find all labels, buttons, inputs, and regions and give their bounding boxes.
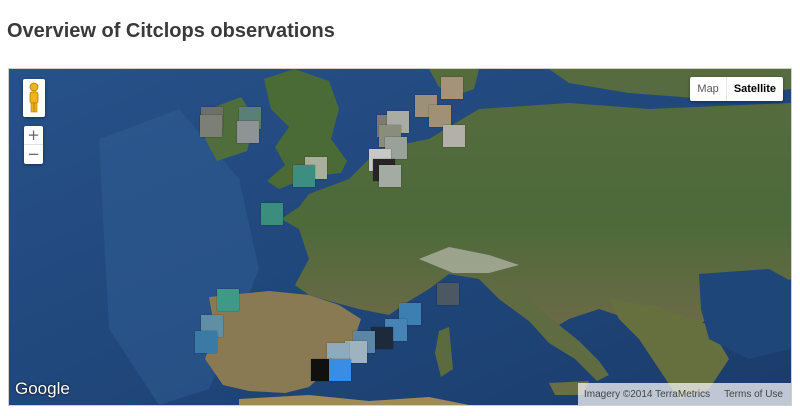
observation-marker[interactable] — [237, 121, 259, 143]
imagery-credit: Imagery ©2014 TerraMetrics — [583, 388, 711, 400]
observation-marker[interactable] — [217, 289, 239, 311]
observation-marker[interactable] — [437, 283, 459, 305]
google-logo: Google — [15, 379, 70, 398]
map-type-satellite-button[interactable]: Satellite — [727, 77, 783, 101]
zoom-control: + − — [24, 126, 43, 164]
page-title: Overview of Citclops observations — [7, 20, 335, 42]
observation-marker[interactable] — [441, 77, 463, 99]
observation-marker[interactable] — [379, 165, 401, 187]
map-type-map-button[interactable]: Map — [690, 77, 727, 101]
observation-marker[interactable] — [443, 125, 465, 147]
zoom-out-button[interactable]: − — [24, 145, 43, 164]
observation-marker[interactable] — [200, 115, 222, 137]
observation-marker[interactable] — [261, 203, 283, 225]
observation-marker[interactable] — [429, 105, 451, 127]
terms-of-use-link[interactable]: Terms of Use — [716, 389, 791, 400]
map-type-control: Map Satellite — [690, 77, 783, 101]
map-attribution: Imagery ©2014 TerraMetrics Terms of Use — [577, 383, 791, 405]
map-view[interactable]: + − Map Satellite Google Imagery ©2014 T… — [8, 68, 792, 406]
observation-marker[interactable] — [293, 165, 315, 187]
pegman-icon — [29, 82, 39, 113]
observation-marker[interactable] — [329, 359, 351, 381]
observation-marker[interactable] — [195, 331, 217, 353]
street-view-pegman[interactable] — [23, 79, 45, 117]
zoom-in-button[interactable]: + — [24, 126, 43, 145]
